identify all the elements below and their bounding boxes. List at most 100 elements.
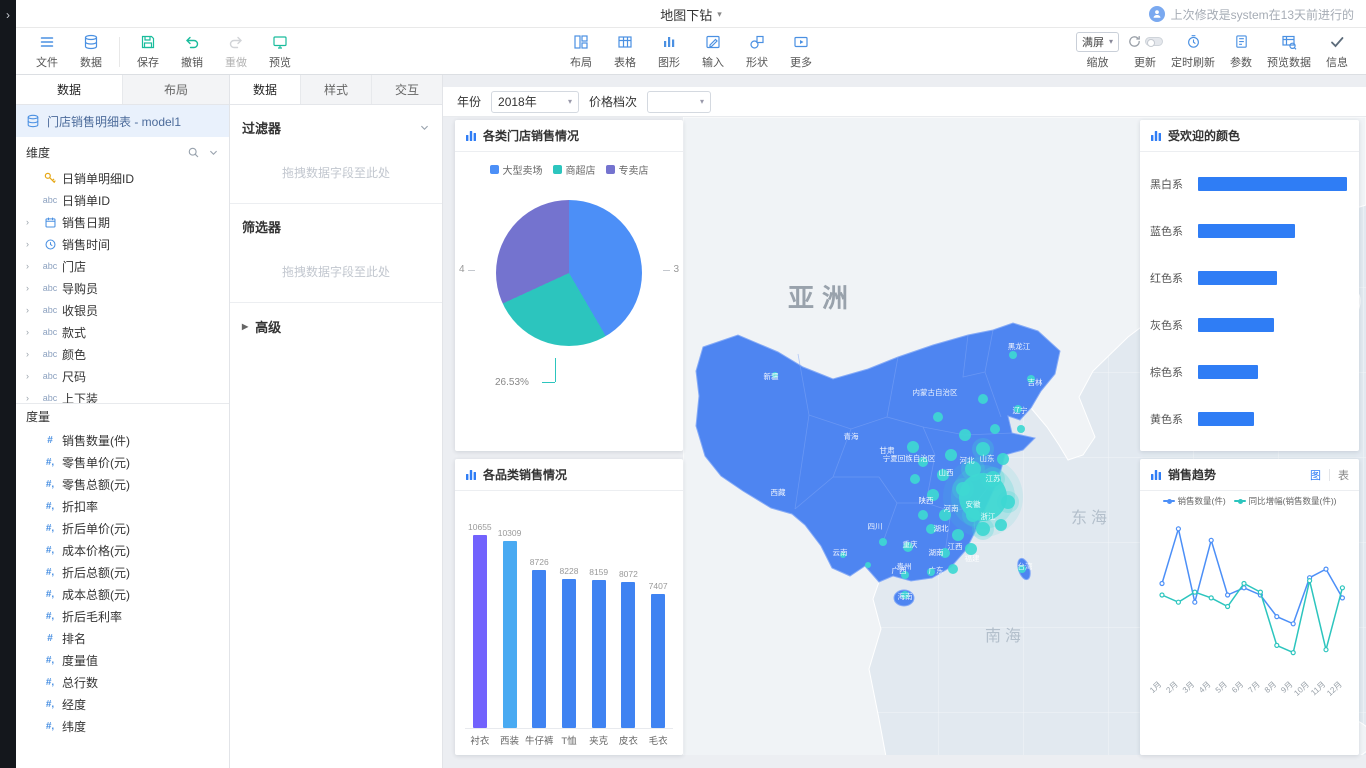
redo-button[interactable]: 重做	[215, 31, 257, 72]
chart-button[interactable]: 图形	[648, 31, 690, 72]
measure-field[interactable]: #,零售单价(元)	[16, 451, 229, 473]
dimension-field[interactable]: ›abc收银员	[16, 299, 229, 321]
hbar-row[interactable]: 灰色系	[1150, 301, 1347, 348]
hbar-chart-card[interactable]: 受欢迎的颜色 黑白系蓝色系红色系灰色系棕色系黄色系	[1140, 120, 1359, 451]
measure-field[interactable]: #,纬度	[16, 715, 229, 737]
dimension-field[interactable]: ›abc门店	[16, 255, 229, 277]
data-point[interactable]	[1160, 593, 1164, 597]
map-data-bubble[interactable]	[879, 538, 887, 546]
map-data-bubble[interactable]	[952, 529, 964, 541]
line-legend-item[interactable]: 销售数量(件)	[1163, 495, 1226, 507]
panel-collapse-strip[interactable]: ›	[0, 0, 16, 768]
measure-field[interactable]: #,折后毛利率	[16, 605, 229, 627]
config-panel-tab-1[interactable]: 样式	[301, 75, 372, 104]
data-button[interactable]: 数据	[70, 31, 112, 72]
map-data-bubble[interactable]	[959, 429, 971, 441]
map-data-bubble[interactable]	[918, 510, 928, 520]
fullscreen-select[interactable]: 满屏▾	[1076, 32, 1119, 52]
preview-button[interactable]: 预览	[259, 31, 301, 72]
bar[interactable]: 7407毛衣	[643, 503, 673, 749]
expand-icon[interactable]: ›	[26, 327, 38, 337]
table-view-tab[interactable]: 表	[1338, 467, 1349, 483]
data-point[interactable]	[1160, 582, 1164, 586]
data-point[interactable]	[1209, 596, 1213, 600]
expand-icon[interactable]: ›	[26, 393, 38, 403]
dimension-field[interactable]: ›abc颜色	[16, 343, 229, 365]
bar[interactable]: 10309西装	[495, 503, 525, 749]
search-icon[interactable]	[187, 146, 200, 159]
hbar-row[interactable]: 红色系	[1150, 254, 1347, 301]
data-point[interactable]	[1193, 590, 1197, 594]
dimension-field[interactable]: ›销售日期	[16, 211, 229, 233]
data-point[interactable]	[1226, 593, 1230, 597]
map-data-bubble[interactable]	[978, 394, 988, 404]
map-data-bubble[interactable]	[933, 412, 943, 422]
measure-field[interactable]: #,折后总额(元)	[16, 561, 229, 583]
pie-chart-card[interactable]: 各类门店销售情况 大型卖场商超店专卖店 4 3 26.53%	[455, 120, 683, 451]
undo-button[interactable]: 撤销	[171, 31, 213, 72]
map-data-bubble[interactable]	[865, 562, 871, 568]
bar[interactable]: 8726牛仔裤	[524, 503, 554, 749]
chart-view-tab[interactable]: 图	[1310, 467, 1321, 483]
data-point[interactable]	[1275, 643, 1279, 647]
config-panel-tab-0[interactable]: 数据	[230, 75, 301, 104]
expand-icon[interactable]: ›	[26, 239, 38, 249]
layout-button[interactable]: 布局	[560, 31, 602, 72]
preview-data-button[interactable]: 预览数据	[1264, 31, 1314, 72]
pie-legend-item[interactable]: 商超店	[553, 162, 596, 177]
expand-icon[interactable]: ›	[26, 371, 38, 381]
data-point[interactable]	[1258, 590, 1262, 594]
model-row[interactable]: 门店销售明细表 - model1	[16, 105, 229, 137]
map-data-bubble[interactable]	[910, 474, 920, 484]
input-button[interactable]: 输入	[692, 31, 734, 72]
hbar-row[interactable]: 蓝色系	[1150, 207, 1347, 254]
advanced-section-toggle[interactable]: ▶ 高级	[230, 303, 442, 350]
shape-button[interactable]: 形状	[736, 31, 778, 72]
map-data-bubble[interactable]	[1009, 351, 1017, 359]
timed-refresh-button[interactable]: 定时刷新	[1168, 31, 1218, 72]
data-point[interactable]	[1176, 600, 1180, 604]
data-point[interactable]	[1193, 600, 1197, 604]
hbar-row[interactable]: 黑白系	[1150, 160, 1347, 207]
field-dropzone[interactable]: 拖拽数据字段至此处	[242, 143, 430, 201]
filter-select-1[interactable]: ▾	[647, 91, 711, 113]
file-button[interactable]: 文件	[26, 31, 68, 72]
expand-icon[interactable]: ›	[26, 305, 38, 315]
data-point[interactable]	[1308, 579, 1312, 583]
measure-field[interactable]: #,成本价格(元)	[16, 539, 229, 561]
data-point[interactable]	[1291, 651, 1295, 655]
dashboard-title[interactable]: 地图下钻 ▾	[660, 0, 722, 28]
measure-field[interactable]: #,总行数	[16, 671, 229, 693]
pie-legend-item[interactable]: 大型卖场	[490, 162, 543, 177]
chevron-down-icon[interactable]	[419, 122, 430, 133]
pie-chart[interactable]	[496, 200, 642, 346]
measure-field[interactable]: #,折后单价(元)	[16, 517, 229, 539]
params-button[interactable]: 参数	[1220, 31, 1262, 72]
hbar-row[interactable]: 棕色系	[1150, 348, 1347, 395]
bar[interactable]: 8228T恤	[554, 503, 584, 749]
map-data-bubble[interactable]	[948, 564, 958, 574]
bar-chart[interactable]: 10655衬衣10309西装8726牛仔裤8228T恤8159夹克8072皮衣7…	[465, 503, 673, 749]
field-dropzone[interactable]: 拖拽数据字段至此处	[242, 242, 430, 300]
line-series[interactable]	[1162, 529, 1342, 624]
dimension-field[interactable]: 日销单明细ID	[16, 167, 229, 189]
dimension-field[interactable]: ›abc款式	[16, 321, 229, 343]
map-data-bubble[interactable]	[1001, 495, 1015, 509]
dimension-field[interactable]: ›销售时间	[16, 233, 229, 255]
map-data-bubble[interactable]	[990, 424, 1000, 434]
dimension-field[interactable]: ›abc上下装	[16, 387, 229, 403]
refresh-button[interactable]: 更新	[1124, 31, 1166, 72]
expand-icon[interactable]: ›	[26, 261, 38, 271]
measure-field[interactable]: #,经度	[16, 693, 229, 715]
bar[interactable]: 10655衬衣	[465, 503, 495, 749]
expand-panel-icon[interactable]: ›	[0, 0, 16, 22]
save-button[interactable]: 保存	[127, 31, 169, 72]
auto-update-toggle[interactable]	[1145, 37, 1163, 46]
dimension-field[interactable]: ›abc导购员	[16, 277, 229, 299]
data-point[interactable]	[1226, 605, 1230, 609]
data-point[interactable]	[1209, 538, 1213, 542]
measure-field[interactable]: #销售数量(件)	[16, 429, 229, 451]
more-button[interactable]: 更多	[780, 31, 822, 72]
chevron-down-icon[interactable]	[208, 147, 219, 158]
data-panel-tab-0[interactable]: 数据	[16, 75, 123, 104]
